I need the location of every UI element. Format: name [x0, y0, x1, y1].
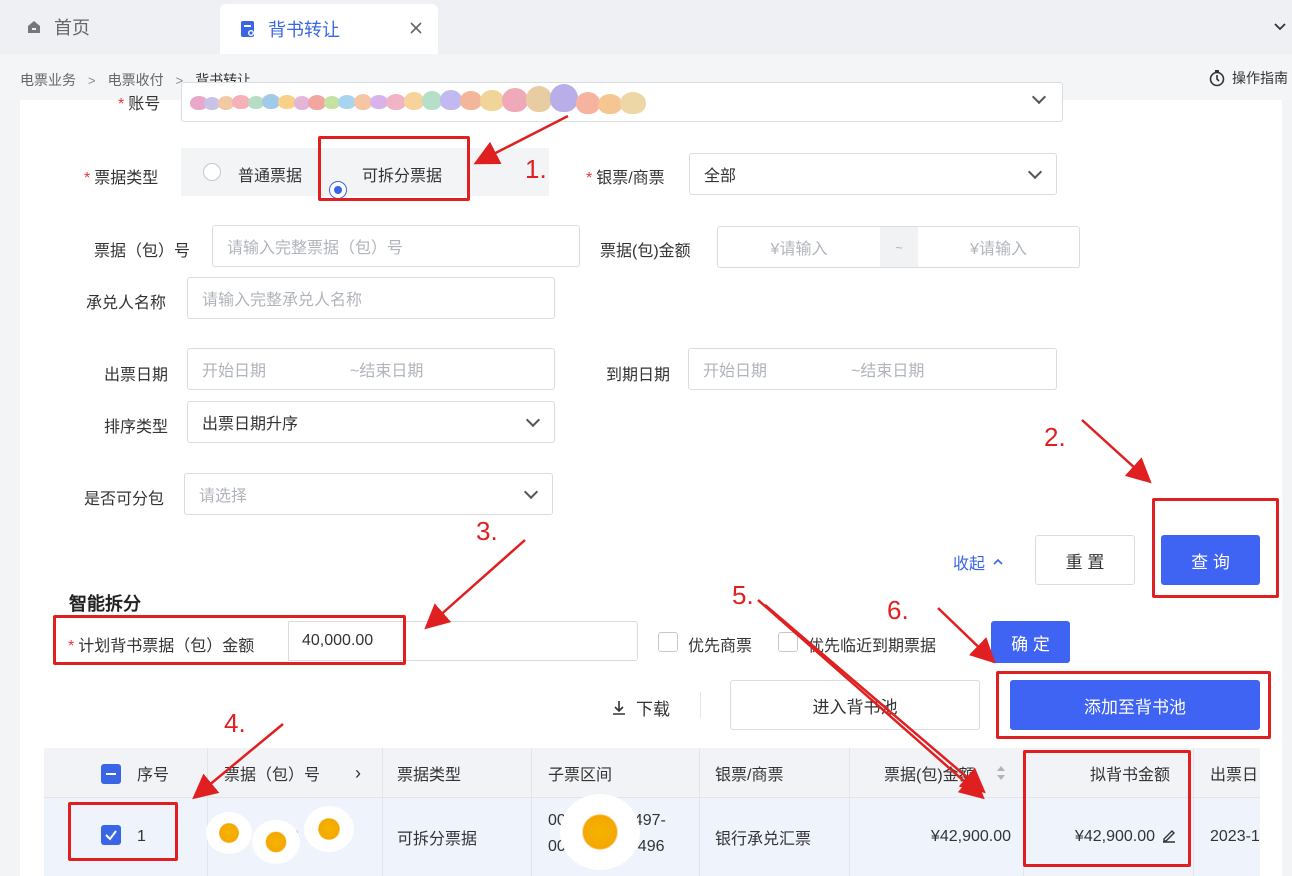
egg-sticker: [560, 794, 640, 870]
column-divider: [531, 748, 532, 876]
col-header-bill-no: 票据（包）号: [224, 767, 321, 784]
sort-select[interactable]: 出票日期升序: [187, 401, 555, 443]
chevron-right-icon: >: [88, 72, 96, 88]
download-button[interactable]: 下载: [610, 695, 670, 720]
column-divider: [207, 748, 208, 876]
enter-pool-button[interactable]: 进入背书池: [730, 680, 980, 730]
annotation-box-4: [68, 802, 178, 861]
annotation-number: 5.: [732, 580, 754, 610]
annotation-box-3: [53, 615, 406, 665]
chevron-down-icon[interactable]: [1272, 18, 1288, 34]
column-divider: [382, 748, 383, 876]
amount-max-input[interactable]: ¥请输入: [918, 227, 1079, 267]
close-icon[interactable]: [408, 20, 424, 36]
col-header-amount[interactable]: 票据(包)金额: [884, 748, 975, 798]
annotation-box-2: [1152, 498, 1279, 598]
guide-link[interactable]: 操作指南: [1208, 68, 1288, 88]
split-select[interactable]: 请选择: [184, 473, 553, 515]
sort-label: 排序类型: [104, 419, 169, 436]
split-label: 是否可分包: [84, 491, 165, 508]
macaron-sticker: [190, 84, 650, 118]
egg-sticker: [206, 812, 252, 854]
cell-issue-date: 2023-1: [1210, 828, 1260, 845]
prefer-commercial-checkbox[interactable]: [658, 632, 678, 652]
chevron-down-icon: [1027, 164, 1043, 180]
col-header-issue-date: 出票日: [1210, 767, 1259, 784]
amount-min-input[interactable]: ¥请输入: [718, 227, 880, 267]
prefer-commercial-label[interactable]: 优先商票: [688, 632, 752, 656]
sort-icon[interactable]: [995, 764, 1007, 782]
col-header-index: 序号: [137, 767, 170, 784]
annotation-number: 1.: [525, 154, 547, 184]
required-mark: *: [586, 170, 593, 187]
due-date-range[interactable]: 开始日期 ~结束日期: [688, 348, 1057, 390]
tab-home-label: 首页: [54, 18, 90, 38]
annotation-number: 6.: [887, 595, 909, 625]
egg-sticker: [304, 806, 354, 852]
bill-no-input[interactable]: 请输入完整票据（包）号: [212, 225, 580, 267]
home-icon: [28, 21, 40, 33]
annotation-number: 4.: [224, 708, 246, 738]
acceptor-label: 承兑人名称: [86, 295, 167, 312]
download-icon: [613, 700, 625, 715]
col-header-sub-range: 子票区间: [548, 767, 613, 784]
tab-active-label: 背书转让: [268, 20, 340, 40]
account-label: * 账号: [118, 96, 161, 113]
guide-label: 操作指南: [1232, 70, 1288, 86]
acceptor-input[interactable]: 请输入完整承兑人名称: [187, 277, 555, 319]
breadcrumb-item[interactable]: 电票收付: [108, 70, 164, 90]
issue-date-label: 出票日期: [104, 367, 169, 384]
breadcrumb-item[interactable]: 电票业务: [20, 70, 76, 90]
annotation-box-5: [1023, 750, 1191, 867]
bank-commercial-select[interactable]: 全部: [689, 153, 1057, 195]
bill-type-label: * 票据类型: [84, 170, 159, 187]
cell-bill-type: 可拆分票据: [397, 831, 478, 848]
bank-commercial-label: * 银票/商票: [586, 170, 665, 187]
required-mark: *: [118, 96, 125, 113]
due-date-label: 到期日期: [606, 367, 671, 384]
radio-normal-bill-label[interactable]: 普通票据: [238, 162, 302, 186]
confirm-button[interactable]: 确 定: [991, 621, 1070, 663]
divider: [700, 692, 701, 718]
annotation-box-6: [996, 671, 1271, 739]
smart-split-title: 智能拆分: [69, 594, 141, 614]
egg-sticker: [252, 820, 300, 864]
tab-home[interactable]: 首页: [0, 0, 220, 54]
amount-range-separator: ~: [880, 227, 918, 267]
chevron-down-icon: [1031, 89, 1047, 105]
issue-date-range[interactable]: 开始日期 ~结束日期: [187, 348, 555, 390]
prefer-near-due-label[interactable]: 优先临近到期票据: [808, 632, 936, 656]
bill-amount-range: ¥请输入 ~ ¥请输入: [717, 226, 1080, 268]
document-icon: [241, 21, 254, 37]
col-header-bill-type: 票据类型: [397, 767, 462, 784]
chevron-right-icon[interactable]: ›: [355, 748, 361, 798]
bank-commercial-value: 全部: [704, 168, 737, 185]
stopwatch-icon: [1209, 70, 1225, 87]
chevron-down-icon: [525, 412, 541, 428]
reset-button[interactable]: 重 置: [1035, 535, 1135, 585]
collapse-toggle[interactable]: 收起: [953, 550, 1005, 574]
chevron-up-icon: [993, 558, 1003, 565]
column-divider: [699, 748, 700, 876]
bill-amount-label: 票据(包)金额: [600, 243, 691, 260]
cell-bank-type: 银行承兑汇票: [715, 831, 812, 848]
annotation-number: 2.: [1044, 422, 1066, 452]
chevron-down-icon: [523, 484, 539, 500]
column-divider: [1193, 748, 1194, 876]
annotation-number: 3.: [476, 516, 498, 546]
required-mark: *: [84, 170, 91, 187]
bill-no-label: 票据（包）号: [94, 243, 191, 260]
tab-endorse-transfer[interactable]: 背书转让: [220, 4, 438, 54]
col-header-bank-type: 银票/商票: [715, 767, 784, 784]
select-all-checkbox[interactable]: [101, 764, 121, 784]
radio-normal-bill[interactable]: [203, 163, 221, 181]
cell-amount: ¥42,900.00: [930, 828, 1011, 845]
annotation-box-1: [318, 136, 470, 201]
prefer-near-due-checkbox[interactable]: [778, 632, 798, 652]
